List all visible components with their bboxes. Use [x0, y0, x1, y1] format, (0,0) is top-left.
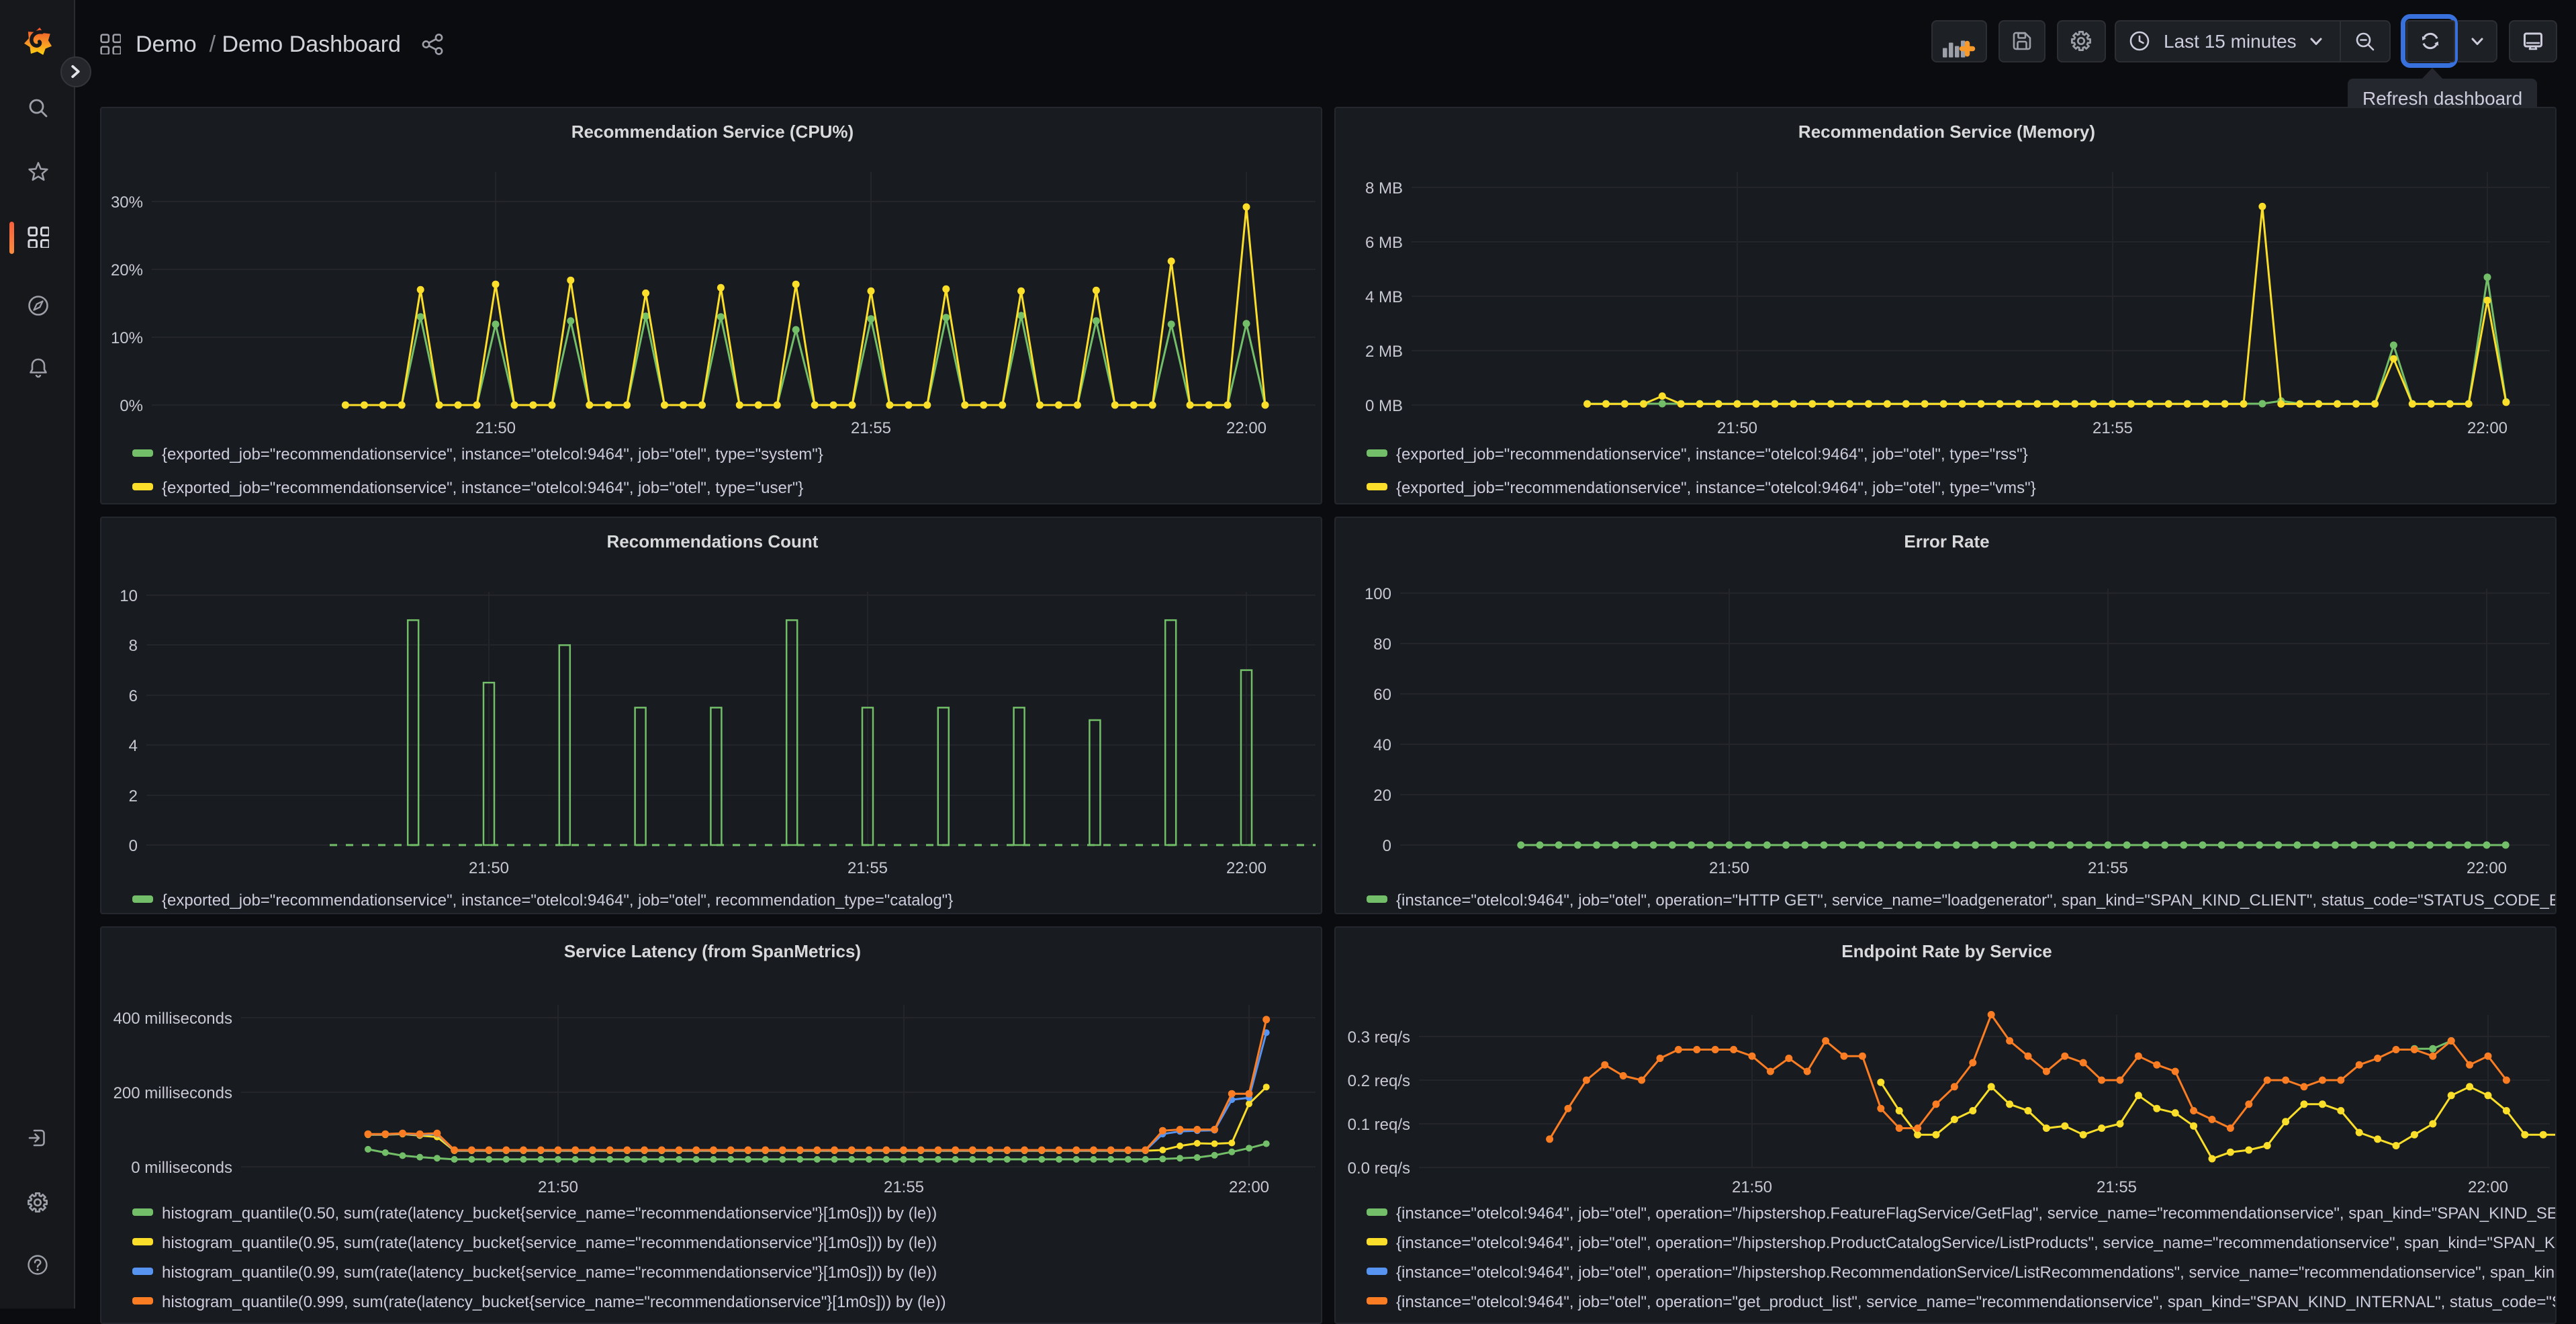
svg-text:21:55: 21:55	[884, 1178, 924, 1196]
svg-text:0 MB: 0 MB	[1365, 397, 1403, 415]
svg-text:Recommendation Service (CPU%): Recommendation Service (CPU%)	[571, 122, 854, 142]
svg-text:21:50: 21:50	[538, 1178, 578, 1196]
svg-text:80: 80	[1373, 635, 1391, 654]
svg-text:{exported_job="recommendations: {exported_job="recommendationservice", i…	[162, 479, 803, 497]
svg-text:{instance="otelcol:9464", job=: {instance="otelcol:9464", job="otel", op…	[1396, 1234, 2557, 1252]
svg-text:6: 6	[129, 687, 138, 705]
svg-text:histogram_quantile(0.99, sum(r: histogram_quantile(0.99, sum(rate(latenc…	[162, 1264, 937, 1282]
svg-text:20%: 20%	[111, 261, 143, 279]
svg-text:8: 8	[129, 637, 138, 655]
svg-text:histogram_quantile(0.50, sum(r: histogram_quantile(0.50, sum(rate(latenc…	[162, 1204, 937, 1223]
svg-text:21:55: 21:55	[2097, 1178, 2137, 1196]
svg-text:Recommendation Service (Memory: Recommendation Service (Memory)	[1798, 122, 2095, 142]
svg-text:22:00: 22:00	[1226, 419, 1267, 437]
svg-text:21:55: 21:55	[847, 859, 888, 877]
svg-text:22:00: 22:00	[2468, 1178, 2508, 1196]
svg-text:200 milliseconds: 200 milliseconds	[113, 1084, 232, 1102]
svg-text:0%: 0%	[120, 397, 143, 415]
svg-text:21:50: 21:50	[1732, 1178, 1772, 1196]
svg-text:{exported_job="recommendations: {exported_job="recommendationservice", i…	[162, 445, 823, 464]
svg-text:Endpoint Rate by Service: Endpoint Rate by Service	[1841, 941, 2052, 961]
svg-text:{exported_job="recommendations: {exported_job="recommendationservice", i…	[1396, 479, 2036, 497]
svg-text:60: 60	[1373, 686, 1391, 704]
svg-text:20: 20	[1373, 787, 1391, 805]
svg-text:6 MB: 6 MB	[1365, 234, 1403, 252]
svg-text:400 milliseconds: 400 milliseconds	[113, 1010, 232, 1028]
svg-text:0.3 req/s: 0.3 req/s	[1348, 1028, 1410, 1047]
svg-text:10%: 10%	[111, 329, 143, 347]
svg-text:{exported_job="recommendations: {exported_job="recommendationservice", i…	[1396, 445, 2028, 464]
svg-text:4: 4	[129, 737, 138, 755]
svg-text:0 milliseconds: 0 milliseconds	[131, 1159, 232, 1177]
svg-text:Error Rate: Error Rate	[1904, 531, 1989, 551]
svg-text:22:00: 22:00	[1226, 859, 1267, 877]
svg-text:8 MB: 8 MB	[1365, 179, 1403, 197]
svg-text:0: 0	[1383, 837, 1391, 855]
svg-text:histogram_quantile(0.95, sum(r: histogram_quantile(0.95, sum(rate(latenc…	[162, 1234, 937, 1252]
svg-text:Recommendations Count: Recommendations Count	[607, 531, 819, 551]
svg-text:{instance="otelcol:9464", job=: {instance="otelcol:9464", job="otel", op…	[1396, 1204, 2557, 1223]
svg-text:{instance="otelcol:9464", job=: {instance="otelcol:9464", job="otel", op…	[1396, 1264, 2557, 1282]
svg-text:0.1 req/s: 0.1 req/s	[1348, 1116, 1410, 1134]
svg-text:21:55: 21:55	[2092, 419, 2133, 437]
svg-text:2 MB: 2 MB	[1365, 343, 1403, 361]
svg-text:0.0 req/s: 0.0 req/s	[1348, 1159, 1410, 1178]
svg-text:0: 0	[129, 837, 138, 855]
svg-text:30%: 30%	[111, 193, 143, 212]
svg-text:22:00: 22:00	[1229, 1178, 1269, 1196]
svg-text:21:55: 21:55	[851, 419, 891, 437]
svg-text:10: 10	[120, 587, 138, 605]
svg-text:22:00: 22:00	[2467, 859, 2507, 877]
svg-text:2: 2	[129, 787, 138, 805]
svg-text:21:50: 21:50	[1709, 859, 1749, 877]
svg-text:21:50: 21:50	[475, 419, 516, 437]
svg-text:100: 100	[1365, 585, 1391, 603]
svg-text:21:50: 21:50	[469, 859, 509, 877]
svg-text:22:00: 22:00	[2467, 419, 2508, 437]
svg-text:40: 40	[1373, 736, 1391, 754]
svg-text:Service Latency (from SpanMetr: Service Latency (from SpanMetrics)	[564, 941, 861, 961]
svg-text:21:50: 21:50	[1717, 419, 1757, 437]
svg-text:{exported_job="recommendations: {exported_job="recommendationservice", i…	[162, 891, 953, 910]
svg-text:21:55: 21:55	[2088, 859, 2128, 877]
svg-text:{instance="otelcol:9464", job=: {instance="otelcol:9464", job="otel", op…	[1396, 891, 2557, 910]
svg-text:4 MB: 4 MB	[1365, 288, 1403, 306]
svg-text:0.2 req/s: 0.2 req/s	[1348, 1072, 1410, 1090]
